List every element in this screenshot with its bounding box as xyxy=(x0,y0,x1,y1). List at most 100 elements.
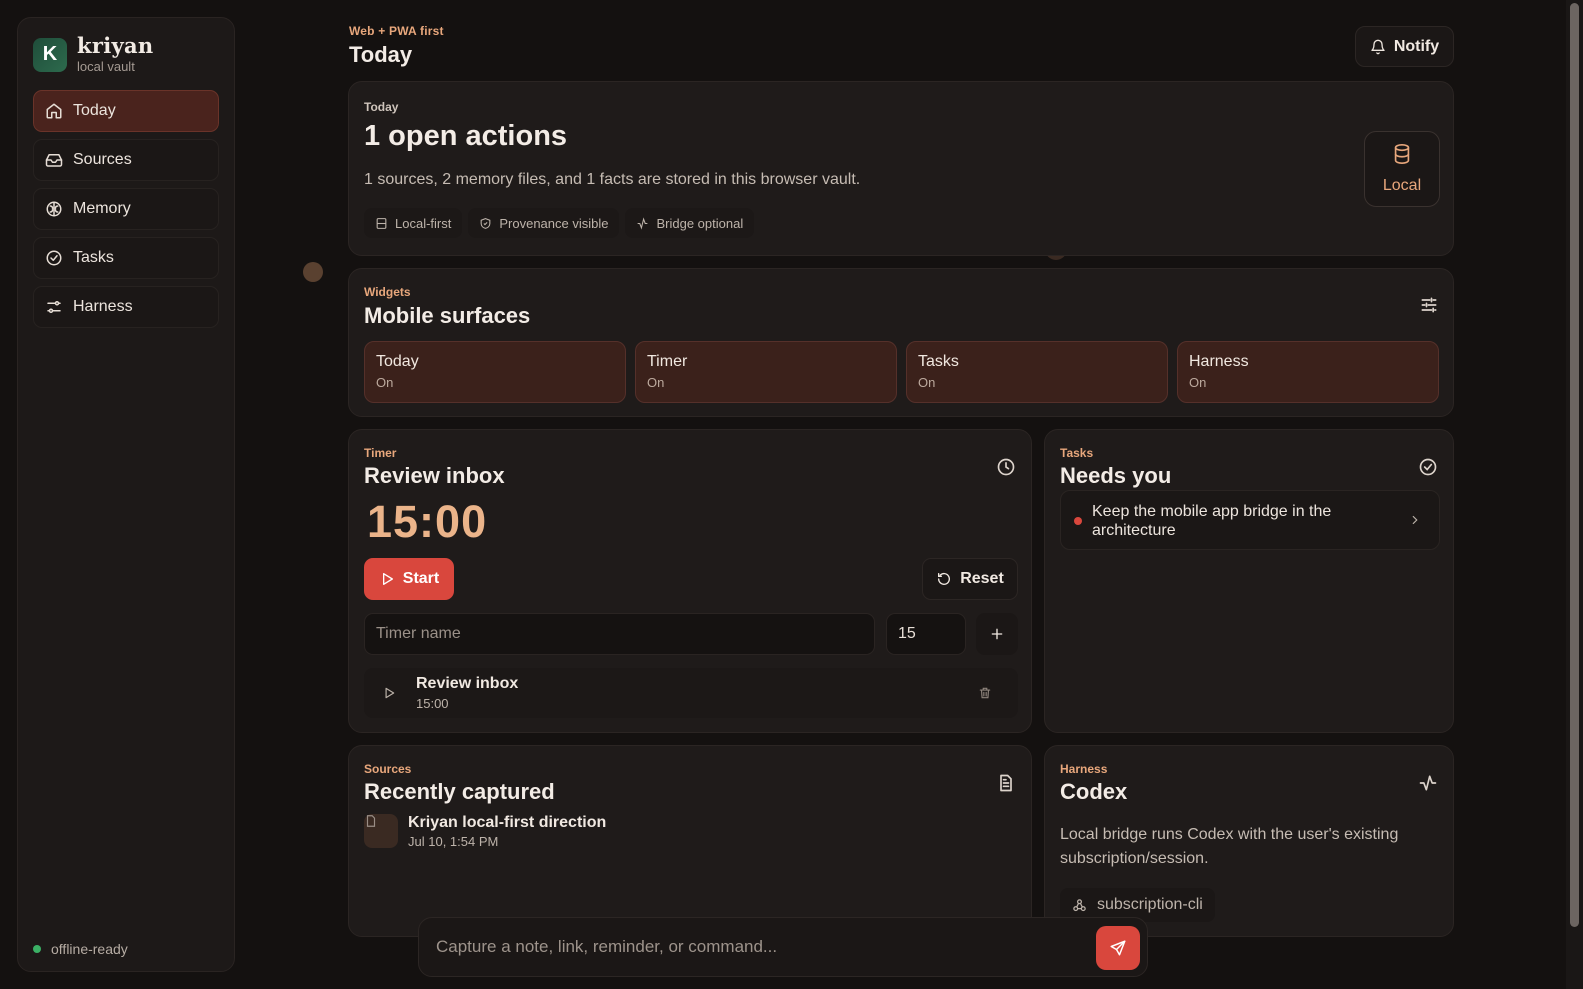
sidebar: K kriyan local vault Today Sources Memor… xyxy=(17,17,235,972)
sidebar-item-harness[interactable]: Harness xyxy=(33,286,219,328)
task-priority-dot xyxy=(1074,517,1082,525)
widget-state: On xyxy=(918,375,936,390)
inbox-icon xyxy=(45,154,63,167)
sources-card: Sources Recently captured Kriyan local-f… xyxy=(348,745,1032,937)
source-thumb xyxy=(364,814,398,848)
sidebar-nav: Today Sources Memory Tasks Harness xyxy=(18,90,234,328)
sidebar-item-label: Tasks xyxy=(73,249,114,266)
bell-icon xyxy=(1371,39,1385,54)
sidebar-item-sources[interactable]: Sources xyxy=(33,139,219,181)
widget-state: On xyxy=(1189,375,1207,390)
widget-name: Harness xyxy=(1189,353,1249,370)
activity-icon xyxy=(638,216,648,230)
task-text: Keep the mobile app bridge in the archit… xyxy=(1092,503,1332,539)
storage-label: Local xyxy=(1382,177,1422,194)
activity-icon xyxy=(1419,775,1437,791)
timer-item-duration: 15:00 xyxy=(416,696,449,711)
scrollbar[interactable] xyxy=(1566,0,1583,989)
clock-icon xyxy=(997,458,1015,476)
capture-bar: Capture a note, link, reminder, or comma… xyxy=(418,917,1148,977)
widget-today[interactable]: Today On xyxy=(364,341,626,403)
brain-icon xyxy=(46,201,62,217)
plus-icon xyxy=(991,628,1003,640)
logo-letter: K xyxy=(42,43,58,65)
add-timer-button[interactable] xyxy=(976,613,1018,655)
delete-timer-button[interactable] xyxy=(972,680,998,706)
network-icon xyxy=(1073,898,1086,911)
task-item[interactable]: Keep the mobile app bridge in the archit… xyxy=(1060,490,1440,550)
check-circle-icon xyxy=(46,250,62,266)
timer-eyebrow: Timer xyxy=(364,446,397,460)
chip-label: Bridge optional xyxy=(656,215,744,231)
chip-label: Provenance visible xyxy=(499,215,609,231)
chip-provenance: Provenance visible xyxy=(468,208,620,238)
harness-card: Harness Codex Local bridge runs Codex wi… xyxy=(1044,745,1454,937)
sources-eyebrow: Sources xyxy=(364,762,412,776)
harness-eyebrow: Harness xyxy=(1060,762,1108,776)
database-icon xyxy=(1394,144,1410,164)
timer-name-input[interactable]: Timer name xyxy=(364,613,875,655)
send-button[interactable] xyxy=(1096,926,1140,970)
sidebar-item-today[interactable]: Today xyxy=(33,90,219,132)
storage-badge[interactable]: Local xyxy=(1364,131,1440,207)
timer-minutes-input[interactable]: 15 xyxy=(886,613,966,655)
capture-input[interactable]: Capture a note, link, reminder, or comma… xyxy=(436,937,777,957)
timer-title: Review inbox xyxy=(364,463,505,488)
widget-name: Today xyxy=(376,353,419,370)
reset-label: Reset xyxy=(960,570,1004,587)
today-summary: 1 sources, 2 memory files, and 1 facts a… xyxy=(364,171,861,188)
sidebar-item-memory[interactable]: Memory xyxy=(33,188,219,230)
document-icon xyxy=(1000,774,1012,792)
timer-card: Timer Review inbox 15:00 Start Reset Tim… xyxy=(348,429,1032,733)
timer-item-name: Review inbox xyxy=(416,675,519,692)
scrollbar-thumb[interactable] xyxy=(1570,3,1579,927)
widget-state: On xyxy=(376,375,394,390)
background-glow-dot xyxy=(303,262,323,282)
play-icon xyxy=(385,687,395,699)
source-item[interactable]: Kriyan local-first direction Jul 10, 1:5… xyxy=(364,814,1004,850)
notify-button[interactable]: Notify xyxy=(1355,26,1454,67)
document-icon xyxy=(366,815,376,827)
today-card: Today 1 open actions 1 sources, 2 memory… xyxy=(348,81,1454,256)
widget-tasks[interactable]: Tasks On xyxy=(906,341,1168,403)
sliders-icon[interactable] xyxy=(1419,295,1439,315)
timer-play-button[interactable] xyxy=(374,678,404,708)
notify-label: Notify xyxy=(1393,37,1440,55)
send-icon xyxy=(1110,940,1126,956)
logo: K xyxy=(33,37,67,72)
today-title: 1 open actions xyxy=(364,120,568,152)
sidebar-item-label: Memory xyxy=(73,200,131,217)
reset-button[interactable]: Reset xyxy=(922,558,1018,600)
offline-status: offline-ready xyxy=(33,941,128,957)
widget-timer[interactable]: Timer On xyxy=(635,341,897,403)
page-header: Web + PWA first Today xyxy=(349,24,444,68)
chip-label: Local-first xyxy=(395,215,452,231)
trash-icon xyxy=(979,687,991,699)
sidebar-item-tasks[interactable]: Tasks xyxy=(33,237,219,279)
brand-name: kriyan xyxy=(77,33,154,58)
sidebar-item-label: Sources xyxy=(73,151,132,168)
online-status-dot xyxy=(33,945,41,953)
database-icon xyxy=(376,217,387,229)
harness-description: Local bridge runs Codex with the user's … xyxy=(1060,826,1399,867)
start-button[interactable]: Start xyxy=(364,558,454,600)
widgets-eyebrow: Widgets xyxy=(364,285,411,299)
shield-icon xyxy=(480,217,491,229)
widget-name: Tasks xyxy=(918,353,959,370)
tasks-title: Needs you xyxy=(1060,463,1172,488)
chip-bridge: Bridge optional xyxy=(625,208,755,238)
play-icon xyxy=(382,573,393,585)
reset-icon xyxy=(938,572,951,585)
page-title: Today xyxy=(349,42,413,67)
harness-mode-label: subscription-cli xyxy=(1097,896,1203,913)
widget-harness[interactable]: Harness On xyxy=(1177,341,1439,403)
timer-list-item[interactable]: Review inbox 15:00 xyxy=(364,668,1018,718)
tasks-card: Tasks Needs you Keep the mobile app brid… xyxy=(1044,429,1454,733)
chip-local-first: Local-first xyxy=(364,208,463,238)
tasks-eyebrow: Tasks xyxy=(1060,446,1094,460)
sidebar-item-label: Harness xyxy=(73,298,133,315)
widgets-card: Widgets Mobile surfaces Today On Timer On … xyxy=(348,268,1454,417)
today-chips: Local-first Provenance visible Bridge op… xyxy=(364,208,760,238)
start-label: Start xyxy=(402,570,440,587)
home-icon xyxy=(46,103,62,119)
